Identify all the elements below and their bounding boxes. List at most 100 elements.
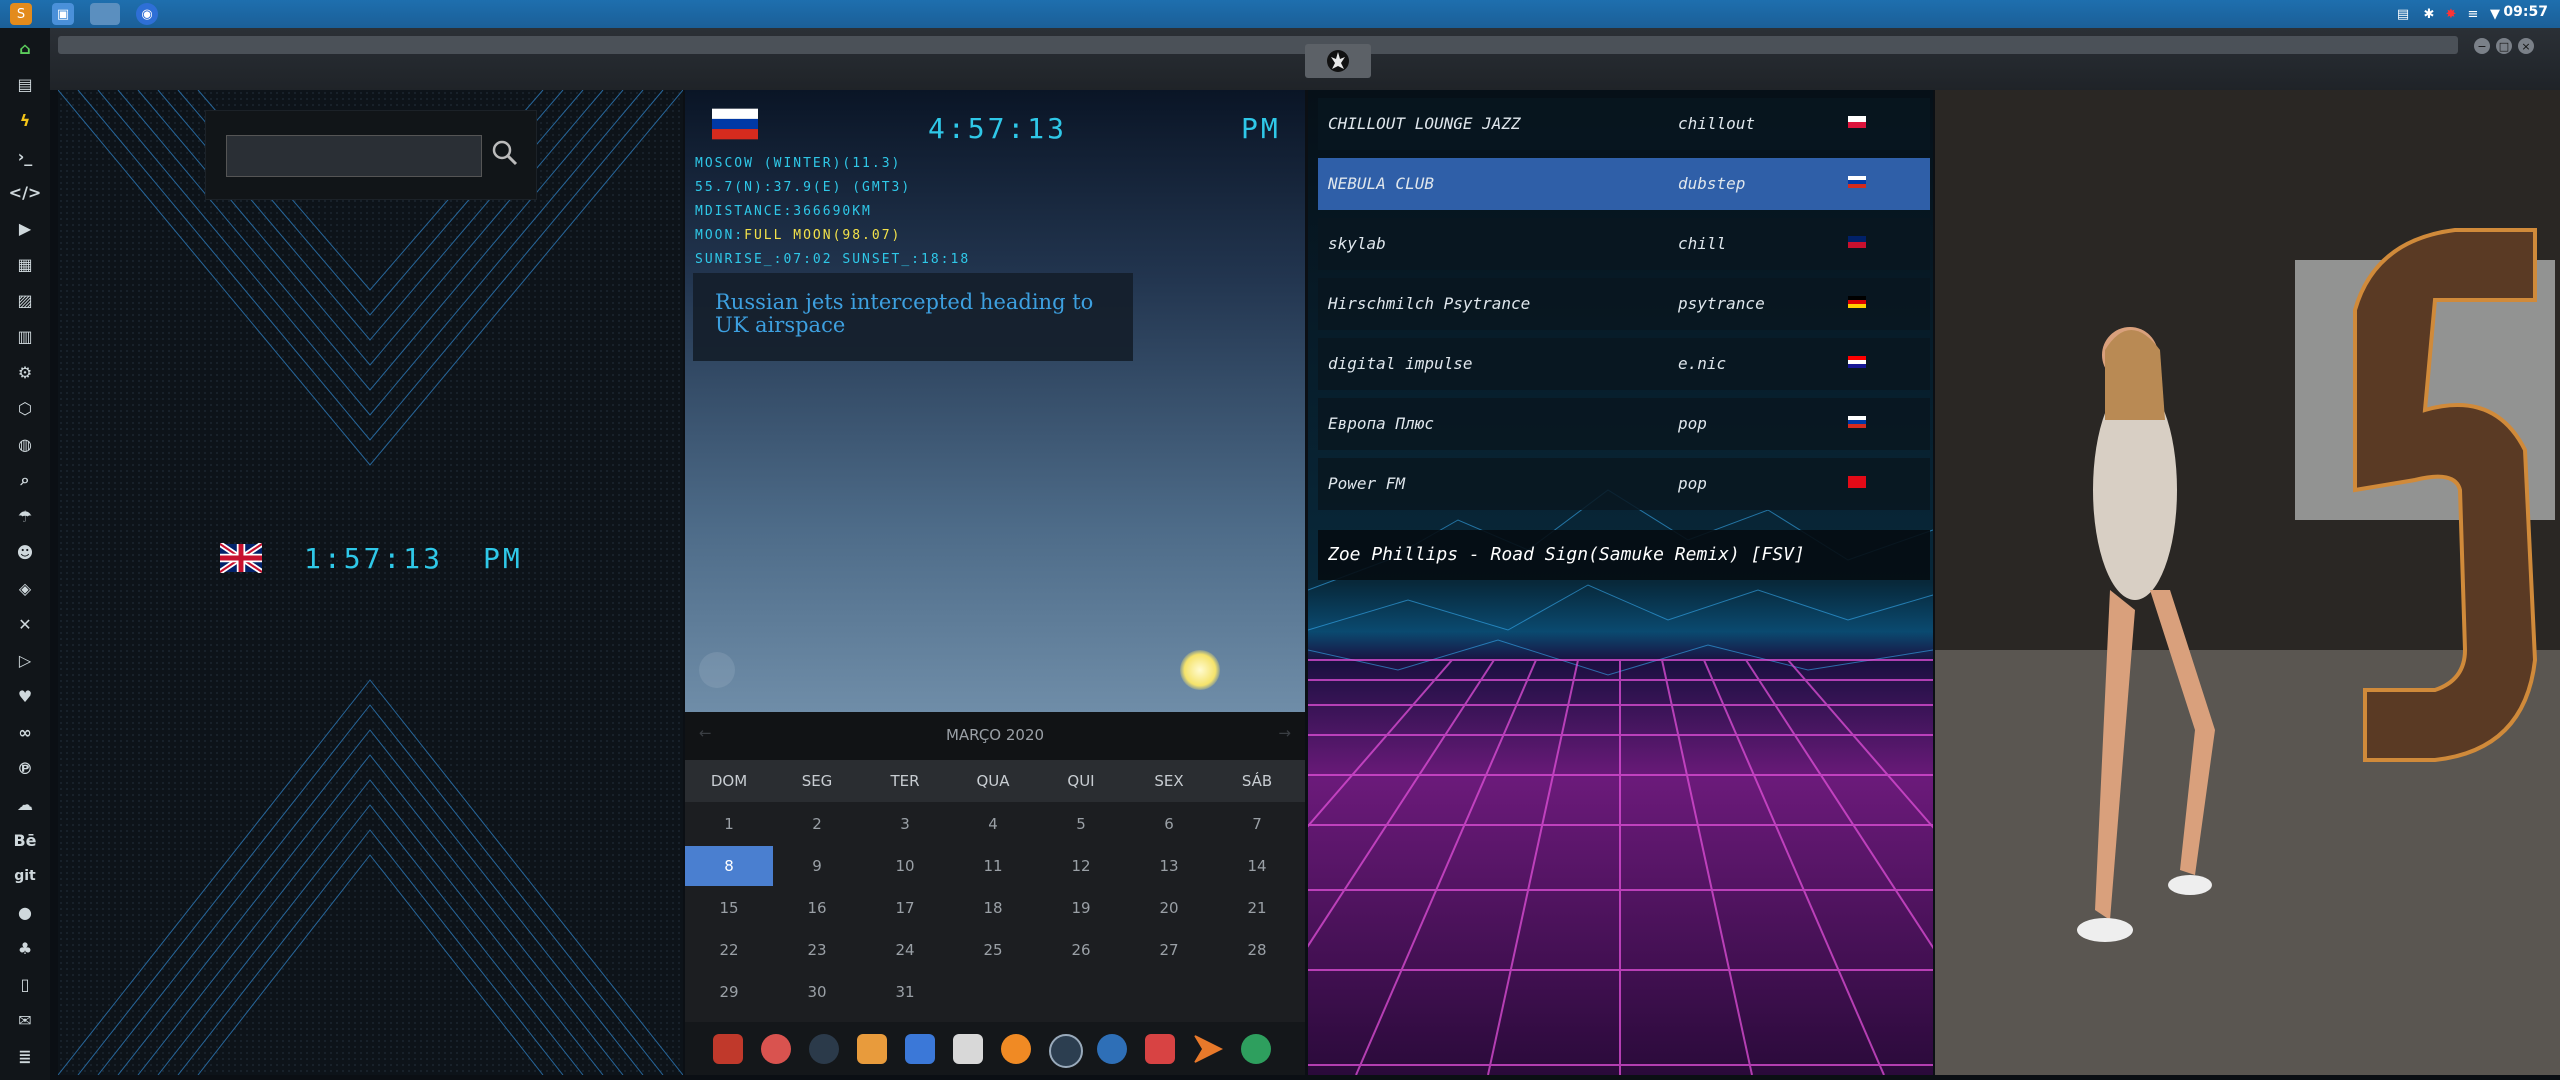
close-button[interactable]: × <box>2518 38 2534 54</box>
rebel-alliance-icon[interactable] <box>1305 44 1371 78</box>
address-bar[interactable] <box>58 36 2458 54</box>
git-icon[interactable]: git <box>13 864 37 888</box>
station-row[interactable]: digital impulse e.nic <box>1318 338 1930 390</box>
calendar-day[interactable]: 6 <box>1125 804 1213 844</box>
document-icon[interactable]: ▤ <box>13 72 37 96</box>
calendar-day[interactable]: 13 <box>1125 846 1213 886</box>
next-month-icon[interactable]: → <box>1278 724 1291 742</box>
news-headline[interactable]: Russian jets intercepted heading to UK a… <box>715 291 1125 337</box>
calendar-day[interactable]: 21 <box>1213 888 1301 928</box>
youtube-icon[interactable]: ▷ <box>13 648 37 672</box>
app-menu-icon[interactable]: S <box>10 3 32 25</box>
calendar-day[interactable]: 31 <box>861 972 949 1012</box>
mail-icon[interactable]: ✉ <box>13 1008 37 1032</box>
calendar-day[interactable]: 19 <box>1037 888 1125 928</box>
heart-icon[interactable]: ♥ <box>13 684 37 708</box>
calendar-day[interactable]: 5 <box>1037 804 1125 844</box>
home-icon[interactable]: ⌂ <box>13 36 37 60</box>
calendar-day[interactable]: 7 <box>1213 804 1301 844</box>
web-icon[interactable] <box>1097 1034 1127 1064</box>
map-icon[interactable]: ▯ <box>13 972 37 996</box>
window-icon[interactable] <box>90 3 120 25</box>
photo-tray-icon[interactable]: ▤ <box>2392 3 2414 25</box>
sidebar: ⌂ ▤ ϟ ›_ </> ▶ ▦ ▨ ▥ ⚙ ⬡ ◍ ⌕ ☂ ☻ ◈ ✕ ▷ ♥… <box>0 28 50 1080</box>
search-orange-icon[interactable] <box>1001 1034 1031 1064</box>
yandex-icon[interactable] <box>1241 1034 1271 1064</box>
image-icon[interactable]: ▨ <box>13 288 37 312</box>
calendar-day[interactable]: 1 <box>685 804 773 844</box>
alert-tray-icon[interactable]: ✸ <box>2440 3 2462 25</box>
calendar-day[interactable]: 15 <box>685 888 773 928</box>
news-icon[interactable]: ▥ <box>13 324 37 348</box>
search-icon[interactable]: ⌕ <box>13 468 37 492</box>
calendar-day[interactable]: 23 <box>773 930 861 970</box>
calendar-day[interactable]: 2 <box>773 804 861 844</box>
station-row[interactable]: Hirschmilch Psytrance psytrance <box>1318 278 1930 330</box>
browser-icon[interactable]: ◉ <box>136 3 158 25</box>
behance-icon[interactable]: Bē <box>13 828 37 852</box>
calendar-day[interactable]: 29 <box>685 972 773 1012</box>
cloud-icon[interactable]: ☁ <box>13 792 37 816</box>
calendar-day[interactable]: 25 <box>949 930 1037 970</box>
clock-icon[interactable] <box>1049 1034 1083 1068</box>
play-icon[interactable]: ▶ <box>13 216 37 240</box>
calendar-day[interactable]: 10 <box>861 846 949 886</box>
calendar-day[interactable]: 8 <box>685 846 773 886</box>
arrow-icon[interactable] <box>1193 1034 1223 1064</box>
storage-icon[interactable]: ≣ <box>13 1044 37 1068</box>
code-icon[interactable]: </> <box>9 180 42 204</box>
tag-icon[interactable]: ◈ <box>13 576 37 600</box>
github-icon[interactable]: ● <box>13 900 37 924</box>
bluetooth-icon[interactable]: ✱ <box>2418 3 2440 25</box>
news-box[interactable]: Russian jets intercepted heading to UK a… <box>693 273 1133 361</box>
calendar-day[interactable]: 27 <box>1125 930 1213 970</box>
calendar-day[interactable]: 11 <box>949 846 1037 886</box>
minimize-button[interactable]: − <box>2474 38 2490 54</box>
calendar-day[interactable]: 14 <box>1213 846 1301 886</box>
network-icon[interactable]: ≡ <box>2462 3 2484 25</box>
globe-icon[interactable]: ◍ <box>13 432 37 456</box>
search-input[interactable] <box>226 135 482 177</box>
search-icon[interactable] <box>491 139 519 167</box>
station-row[interactable]: Power FM pop <box>1318 458 1930 510</box>
file-icon[interactable]: ▦ <box>13 252 37 276</box>
pinterest-icon[interactable]: ℗ <box>13 756 37 780</box>
bolt-icon[interactable]: ϟ <box>13 108 37 132</box>
translate-icon[interactable] <box>905 1034 935 1064</box>
maximize-button[interactable]: □ <box>2496 38 2512 54</box>
calendar-day[interactable]: 9 <box>773 846 861 886</box>
photos-icon[interactable] <box>857 1034 887 1064</box>
calendar-day[interactable]: 16 <box>773 888 861 928</box>
tools-icon[interactable]: ✕ <box>13 612 37 636</box>
station-row[interactable]: Европа Плюс pop <box>1318 398 1930 450</box>
settings-icon[interactable]: ⚙ <box>13 360 37 384</box>
calendar-day[interactable]: 24 <box>861 930 949 970</box>
window-icon[interactable] <box>953 1034 983 1064</box>
station-row[interactable]: NEBULA CLUB dubstep <box>1318 158 1930 210</box>
hourglass-icon[interactable] <box>761 1034 791 1064</box>
taskbar-clock[interactable]: 09:57 <box>2503 4 2548 20</box>
calendar-day[interactable]: 17 <box>861 888 949 928</box>
group-icon[interactable]: ♣ <box>13 936 37 960</box>
calendar-day[interactable]: 12 <box>1037 846 1125 886</box>
folder-icon[interactable]: ▣ <box>52 3 74 25</box>
calendar-day[interactable]: 4 <box>949 804 1037 844</box>
calendar-day[interactable]: 20 <box>1125 888 1213 928</box>
umbrella-icon[interactable]: ☂ <box>13 504 37 528</box>
calendar-day[interactable]: 18 <box>949 888 1037 928</box>
infinity-icon[interactable]: ∞ <box>13 720 37 744</box>
calendar-icon[interactable] <box>1145 1034 1175 1064</box>
calendar-day[interactable]: 22 <box>685 930 773 970</box>
station-row[interactable]: skylab chill <box>1318 218 1930 270</box>
station-row[interactable]: CHILLOUT LOUNGE JAZZ chillout <box>1318 98 1930 150</box>
calendar-day[interactable]: 28 <box>1213 930 1301 970</box>
calendar-day[interactable]: 30 <box>773 972 861 1012</box>
globe-dark-icon[interactable] <box>809 1034 839 1064</box>
app-triangle-icon[interactable] <box>713 1034 743 1064</box>
dock <box>685 1022 1305 1075</box>
calendar-day[interactable]: 26 <box>1037 930 1125 970</box>
hexagon-icon[interactable]: ⬡ <box>13 396 37 420</box>
contact-icon[interactable]: ☻ <box>13 540 37 564</box>
terminal-icon[interactable]: ›_ <box>13 144 37 168</box>
calendar-day[interactable]: 3 <box>861 804 949 844</box>
